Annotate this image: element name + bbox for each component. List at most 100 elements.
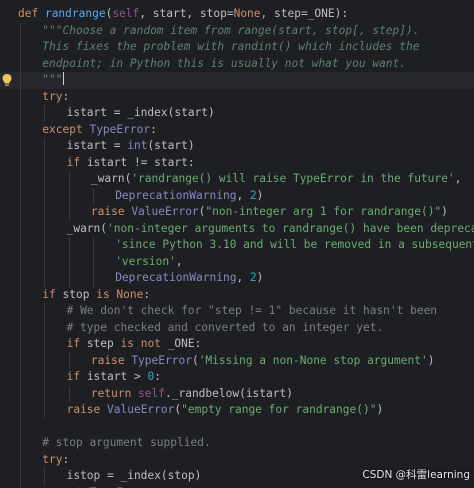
code-text: if stop is None:	[42, 287, 150, 304]
code-line[interactable]: _warn('randrange() will raise TypeError …	[0, 171, 474, 188]
code-line[interactable]: istart = _index(start)	[0, 105, 474, 122]
code-text: # type checked and converted to an integ…	[67, 320, 384, 337]
indent-guide	[92, 237, 94, 254]
code-text: if istart > 0:	[67, 369, 161, 386]
code-token: if	[42, 287, 63, 301]
indent-guide	[20, 385, 21, 402]
indent-guide	[44, 385, 46, 402]
code-text: istart = _index(start)	[67, 105, 215, 122]
code-line[interactable]: # We don't check for "step != 1" because…	[0, 303, 474, 320]
code-token: 2	[249, 271, 257, 284]
code-token: 'Missing a non-None stop argument'	[198, 353, 428, 367]
indent-guide	[20, 121, 21, 138]
indent-guide	[44, 303, 46, 320]
code-text: This fixes the problem with randint() wh…	[42, 39, 419, 56]
code-line[interactable]: This fixes the problem with randint() wh…	[0, 39, 474, 56]
code-token: 'version'	[115, 254, 176, 268]
code-token: """Choose a random item from range(start…	[42, 23, 420, 37]
code-line[interactable]: 'since Python 3.10 and will be removed i…	[0, 237, 474, 254]
indent-guide	[20, 319, 21, 336]
code-token: 'since Python 3.10 and will be removed i…	[115, 238, 474, 251]
code-text: """	[42, 72, 65, 89]
code-token: None	[233, 7, 261, 20]
code-line[interactable]: if istart != start:	[0, 154, 474, 171]
indent-guide	[20, 352, 21, 369]
code-line[interactable]: DeprecationWarning, 2)	[0, 187, 474, 205]
indent-guide	[68, 253, 70, 270]
indent-guide	[92, 270, 94, 287]
code-token: ,	[454, 172, 462, 185]
code-line[interactable]: def randrange(self, start, stop=None, st…	[0, 6, 474, 23]
code-text: DeprecationWarning, 2)	[115, 270, 263, 287]
indent-guide	[20, 22, 21, 39]
lightbulb-icon[interactable]	[1, 73, 13, 87]
code-text: def randrange(self, start, stop=None, st…	[18, 6, 348, 23]
code-line[interactable]: return self._randbelow(istart)	[0, 385, 474, 403]
code-token: if	[66, 155, 87, 169]
code-token: self	[138, 386, 165, 400]
indent-guide	[44, 253, 46, 270]
code-line[interactable]: if stop is None:	[0, 286, 474, 304]
code-token: try	[42, 89, 63, 103]
code-line[interactable]: except TypeError:	[0, 484, 474, 488]
code-token: # We don't check for "step != 1" because…	[66, 304, 438, 317]
indent-guide	[68, 237, 70, 254]
code-line[interactable]: raise ValueError("empty range for randra…	[0, 402, 474, 419]
code-token: TypeError	[89, 122, 151, 136]
code-line[interactable]: if istart > 0:	[0, 369, 474, 386]
code-line[interactable]: DeprecationWarning, 2)	[0, 270, 474, 287]
indent-guide	[20, 39, 21, 56]
code-line[interactable]	[0, 418, 474, 435]
code-line[interactable]: raise ValueError("non-integer arg 1 for …	[0, 204, 474, 221]
code-token: ValueError	[107, 403, 175, 416]
code-line[interactable]: if step is not _ONE:	[0, 336, 474, 353]
code-token: , step=_ONE):	[260, 7, 349, 20]
code-line[interactable]: endpoint; in Python this is usually not …	[0, 55, 474, 72]
code-editor[interactable]: def randrange(self, start, stop=None, st…	[0, 0, 474, 488]
code-token: (	[191, 353, 199, 367]
code-line[interactable]: _warn('non-integer arguments to randrang…	[0, 220, 474, 237]
code-token: ,	[175, 254, 183, 268]
code-line[interactable]: raise TypeError('Missing a non-None stop…	[0, 352, 474, 370]
indent-guide	[20, 220, 21, 237]
code-line[interactable]: istart = int(start)	[0, 138, 474, 155]
code-text: return self._randbelow(istart)	[91, 386, 293, 403]
code-token: "empty range for randrange()"	[181, 403, 377, 416]
code-token: ,	[236, 271, 250, 284]
code-token: _warn(	[90, 172, 132, 185]
code-token: raise	[66, 403, 108, 416]
code-text: DeprecationWarning, 2)	[115, 188, 263, 205]
code-text: istart = int(start)	[67, 138, 195, 155]
indent-guide	[44, 220, 46, 237]
indent-guide	[44, 204, 46, 221]
code-line[interactable]: # stop argument supplied.	[0, 435, 474, 452]
code-text: raise TypeError('Missing a non-None stop…	[91, 353, 435, 370]
code-line[interactable]: """Choose a random item from range(start…	[0, 22, 474, 40]
indent-guide	[68, 385, 70, 402]
code-token: )	[256, 271, 264, 284]
code-token: 'randrange() will raise TypeError in the…	[131, 172, 455, 185]
code-token: step	[86, 337, 121, 350]
indent-guide	[44, 187, 46, 204]
code-token: :	[143, 287, 151, 301]
code-line[interactable]: try:	[0, 451, 474, 468]
code-line[interactable]: 'version',	[0, 253, 474, 270]
code-line[interactable]: """	[0, 72, 474, 89]
code-text: """Choose a random item from range(start…	[42, 23, 419, 40]
indent-guide	[44, 369, 46, 386]
code-token: _warn(	[66, 221, 108, 235]
code-token: ._randbelow(istart)	[165, 386, 293, 400]
code-token: def	[18, 7, 45, 20]
code-line[interactable]: except TypeError:	[0, 121, 474, 138]
code-line[interactable]: try:	[0, 88, 474, 105]
indent-guide	[20, 253, 21, 270]
code-line[interactable]: # type checked and converted to an integ…	[0, 319, 474, 337]
indent-guide	[20, 138, 21, 155]
indent-guide	[68, 270, 70, 287]
code-area[interactable]: def randrange(self, start, stop=None, st…	[0, 6, 474, 488]
indent-guide	[20, 484, 21, 488]
code-token: istart >	[86, 370, 148, 383]
indent-guide	[68, 187, 70, 204]
indent-guide	[20, 105, 21, 122]
indent-guide	[44, 336, 46, 353]
